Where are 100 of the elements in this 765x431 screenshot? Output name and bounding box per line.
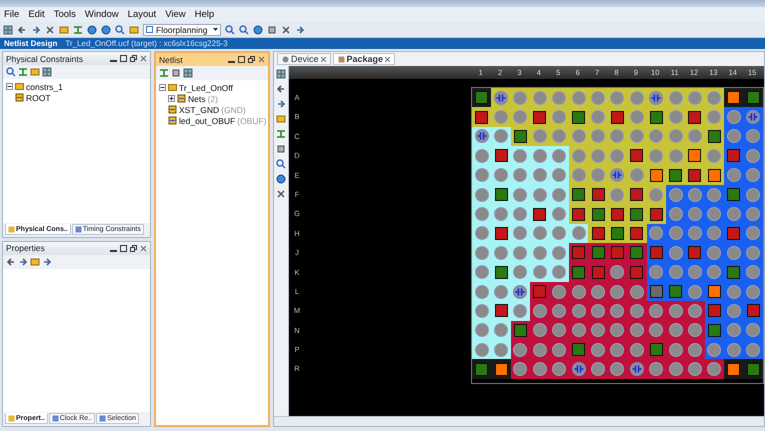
pin-circle[interactable] (532, 90, 547, 105)
pin-square[interactable] (630, 188, 644, 202)
folder-icon[interactable] (59, 24, 69, 34)
circle-icon[interactable] (253, 24, 263, 34)
chip-icon[interactable] (276, 144, 286, 154)
pin-square[interactable] (630, 208, 644, 221)
pin-square[interactable] (514, 130, 527, 143)
pin-circle[interactable] (746, 342, 760, 357)
zoom-icon[interactable] (276, 69, 286, 79)
pin-circle[interactable] (552, 226, 566, 240)
pin-square[interactable] (669, 168, 682, 182)
pin-circle[interactable] (552, 188, 566, 202)
pin-square[interactable] (592, 188, 605, 202)
pin-circle[interactable] (726, 246, 741, 260)
pin-circle[interactable] (630, 90, 644, 105)
pin-square[interactable] (650, 168, 663, 182)
pin-circle[interactable] (707, 265, 722, 280)
capacitor-pin-icon[interactable] (610, 168, 624, 182)
back-icon[interactable] (6, 256, 16, 266)
close-icon[interactable] (385, 56, 390, 62)
pin-circle[interactable] (532, 265, 547, 280)
restore-icon[interactable] (130, 55, 137, 62)
pin-square[interactable] (494, 266, 508, 279)
menu-item[interactable]: Help (194, 9, 214, 20)
pin-circle[interactable] (746, 168, 760, 182)
pin-square[interactable] (650, 110, 663, 124)
pin-circle[interactable] (649, 323, 664, 338)
capacitor-pin-icon[interactable] (474, 129, 489, 144)
pin-circle[interactable] (591, 168, 606, 182)
pin-circle[interactable] (513, 342, 528, 357)
tree-item[interactable]: XST_GND (179, 104, 220, 114)
view-tab[interactable]: Package (332, 53, 396, 65)
pin-circle[interactable] (513, 90, 528, 105)
pin-circle[interactable] (474, 284, 489, 299)
tree-item[interactable]: Nets (188, 94, 206, 104)
pin-square[interactable] (572, 110, 586, 124)
pin-circle[interactable] (494, 342, 508, 357)
pin-circle[interactable] (552, 207, 566, 222)
layout-dropdown[interactable]: Floorplanning (143, 24, 221, 36)
close-icon[interactable] (320, 56, 326, 62)
search-icon[interactable] (115, 24, 125, 34)
layout-icon[interactable] (3, 24, 13, 34)
pin-square[interactable] (708, 168, 721, 182)
pin-circle[interactable] (474, 226, 489, 240)
close-icon[interactable] (276, 189, 286, 199)
pin-circle[interactable] (513, 265, 528, 280)
pin-square[interactable] (572, 188, 586, 202)
tree-item[interactable]: led_out_OBUF (179, 116, 236, 126)
pin-square[interactable] (533, 208, 546, 221)
menu-item[interactable]: Layout (128, 9, 156, 20)
pin-square[interactable] (610, 208, 624, 221)
menu-item[interactable]: Window (84, 9, 119, 20)
pin-circle[interactable] (572, 90, 586, 105)
pin-circle[interactable] (552, 129, 566, 144)
forward-icon[interactable] (18, 256, 28, 266)
pin-square[interactable] (592, 208, 605, 221)
pin-circle[interactable] (532, 342, 547, 357)
maximize-icon[interactable] (120, 244, 127, 252)
zoom-out-icon[interactable] (239, 24, 249, 34)
pin-circle[interactable] (552, 148, 566, 163)
search-icon[interactable] (276, 159, 286, 169)
close-icon[interactable] (140, 55, 147, 62)
menu-item[interactable]: View (165, 9, 186, 20)
view-tab[interactable]: Device (277, 53, 331, 65)
folder-icon[interactable] (276, 114, 286, 124)
zoom-in-icon[interactable] (225, 24, 235, 34)
pin-circle[interactable] (610, 90, 624, 105)
close-icon[interactable] (258, 56, 265, 63)
pin-square[interactable] (610, 110, 624, 124)
pin-circle[interactable] (474, 207, 489, 222)
pin-circle[interactable] (552, 110, 566, 124)
pin-circle[interactable] (726, 129, 741, 144)
pin-circle[interactable] (746, 265, 760, 280)
pin-square[interactable] (708, 285, 721, 298)
pin-square[interactable] (688, 149, 702, 162)
pin-circle[interactable] (610, 265, 624, 280)
pin-square[interactable] (592, 226, 605, 240)
close-icon[interactable] (281, 24, 291, 34)
pin-circle[interactable] (591, 90, 606, 105)
pin-circle[interactable] (726, 207, 741, 222)
pin-circle[interactable] (552, 323, 566, 338)
pin-circle[interactable] (474, 188, 489, 202)
pin-square[interactable] (494, 188, 508, 202)
pin-circle[interactable] (513, 168, 528, 182)
pin-circle[interactable] (591, 342, 606, 357)
menu-item[interactable]: Edit (28, 9, 45, 20)
arrow-icon[interactable] (295, 24, 305, 34)
restore-icon[interactable] (248, 56, 255, 63)
pin-square[interactable] (494, 149, 508, 162)
pin-circle[interactable] (649, 362, 664, 376)
pin-circle[interactable] (572, 168, 586, 182)
pin-square[interactable] (475, 110, 488, 124)
folder-icon[interactable] (129, 24, 139, 34)
pin-circle[interactable] (552, 304, 566, 318)
menu-item[interactable]: File (4, 9, 20, 20)
pin-square[interactable] (572, 208, 586, 221)
pin-square[interactable] (650, 208, 663, 221)
tree-item[interactable]: Tr_Led_OnOff (179, 82, 233, 92)
pin-circle[interactable] (726, 304, 741, 318)
pin-square[interactable] (727, 91, 740, 104)
